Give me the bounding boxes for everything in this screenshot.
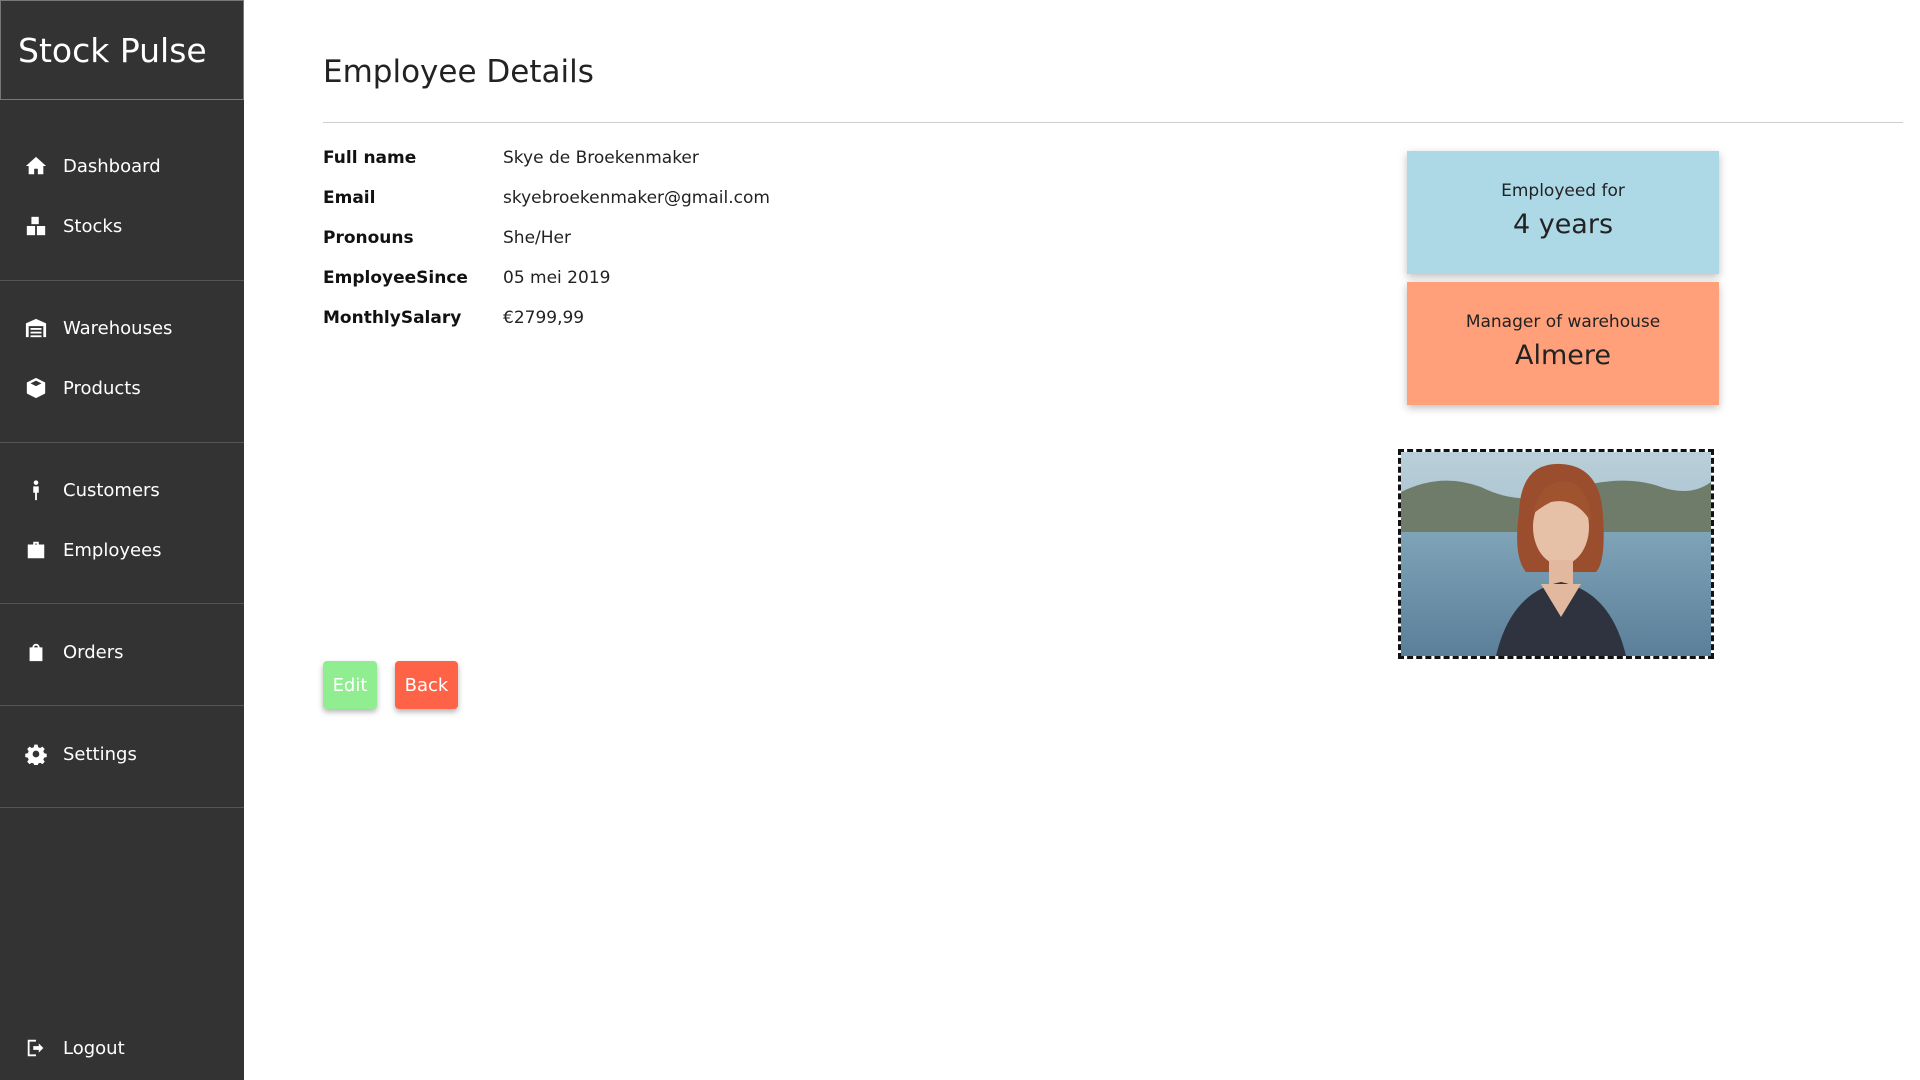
detail-label: Email	[323, 188, 376, 208]
detail-label: MonthlySalary	[323, 308, 462, 328]
detail-value: 05 mei 2019	[503, 268, 611, 288]
card-label: Employeed for	[1501, 181, 1625, 201]
gear-icon	[24, 742, 48, 766]
sidebar-item-label: Dashboard	[63, 155, 161, 177]
sidebar-item-label: Warehouses	[63, 317, 173, 339]
title-divider	[323, 122, 1903, 123]
sidebar-item-label: Orders	[63, 641, 124, 663]
nav-divider	[0, 442, 244, 443]
sidebar-item-label: Stocks	[63, 215, 123, 237]
detail-value: She/Her	[503, 228, 571, 248]
sidebar-item-employees[interactable]: Employees	[0, 530, 244, 570]
sidebar-item-label: Employees	[63, 539, 162, 561]
employed-for-card: Employeed for 4 years	[1407, 151, 1719, 274]
nav-divider	[0, 280, 244, 281]
card-label: Manager of warehouse	[1465, 312, 1661, 332]
sidebar-item-products[interactable]: Products	[0, 368, 244, 408]
boxes-icon	[24, 214, 48, 238]
sidebar-item-customers[interactable]: Customers	[0, 470, 244, 510]
detail-label: Pronouns	[323, 228, 414, 248]
manager-of-warehouse-card: Manager of warehouse Almere	[1407, 282, 1719, 405]
sidebar: Stock Pulse Dashboard Stocks Warehouses …	[0, 0, 244, 1080]
detail-value: €2799,99	[503, 308, 585, 328]
shopping-bag-icon	[24, 640, 48, 664]
detail-label: EmployeeSince	[323, 268, 468, 288]
sidebar-item-dashboard[interactable]: Dashboard	[0, 146, 244, 186]
sidebar-item-label: Logout	[63, 1037, 125, 1059]
detail-value: Skye de Broekenmaker	[503, 148, 699, 168]
sidebar-item-warehouses[interactable]: Warehouses	[0, 308, 244, 348]
warehouse-icon	[24, 316, 48, 340]
sidebar-item-label: Customers	[63, 479, 160, 501]
home-icon	[24, 154, 48, 178]
nav-divider	[0, 705, 244, 706]
detail-label: Full name	[323, 148, 417, 168]
sidebar-item-orders[interactable]: Orders	[0, 632, 244, 672]
briefcase-icon	[24, 538, 48, 562]
person-icon	[24, 478, 48, 502]
sidebar-item-settings[interactable]: Settings	[0, 734, 244, 774]
app-brand[interactable]: Stock Pulse	[0, 0, 244, 100]
sidebar-item-label: Products	[63, 377, 141, 399]
logout-icon	[24, 1036, 48, 1060]
page-title: Employee Details	[323, 54, 594, 90]
card-value: Almere	[1514, 340, 1611, 371]
back-button[interactable]: Back	[395, 661, 458, 709]
sidebar-item-label: Settings	[63, 743, 137, 765]
detail-value: skyebroekenmaker@gmail.com	[503, 188, 770, 208]
card-value: 4 years	[1512, 209, 1614, 240]
box-icon	[24, 376, 48, 400]
sidebar-item-logout[interactable]: Logout	[0, 1028, 244, 1068]
nav-divider	[0, 603, 244, 604]
employee-photo	[1398, 449, 1714, 659]
nav-divider	[0, 807, 244, 808]
sidebar-item-stocks[interactable]: Stocks	[0, 206, 244, 246]
edit-button[interactable]: Edit	[323, 661, 377, 709]
